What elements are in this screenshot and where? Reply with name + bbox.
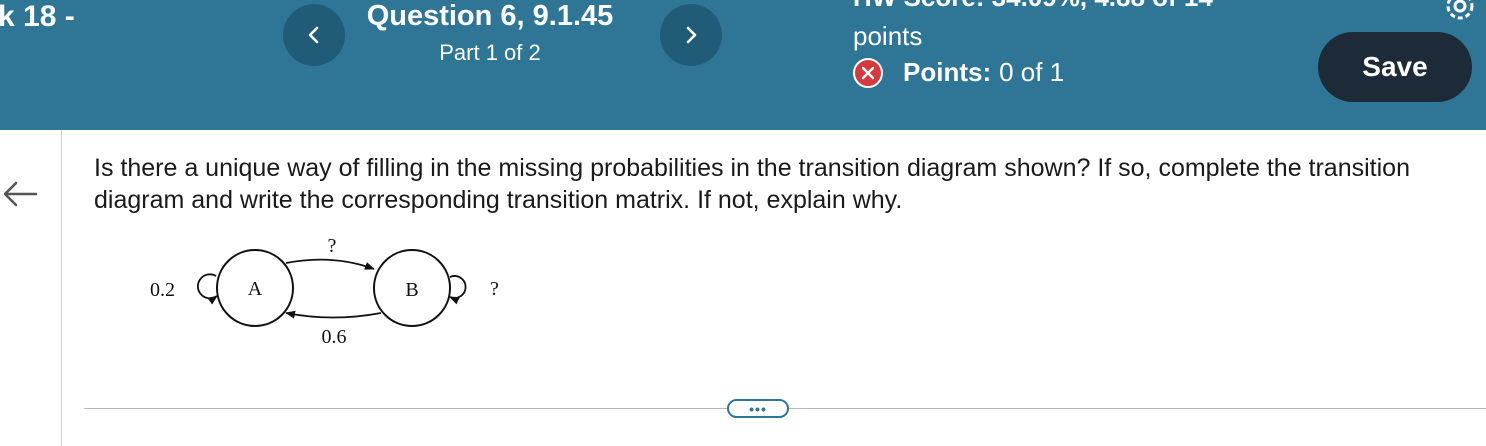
homework-title: k 18 - xyxy=(0,0,75,33)
question-part: Part 1 of 2 xyxy=(439,40,541,65)
state-b-label: B xyxy=(405,279,418,301)
transition-diagram: A B 0.2 ? 0.6 ? xyxy=(150,235,499,348)
hw-score: HW Score: 34.09%, 4.88 of 14 xyxy=(853,0,1213,13)
self-loop-b-label: ? xyxy=(490,278,499,300)
hw-score-unit: points xyxy=(853,21,923,51)
gear-icon[interactable] xyxy=(1440,0,1480,26)
back-arrow-icon[interactable] xyxy=(0,178,40,210)
b-to-a-label: 0.6 xyxy=(322,326,347,348)
more-options-button[interactable]: ••• xyxy=(727,399,789,418)
question-text: Is there a unique way of filling in the … xyxy=(94,154,1410,214)
question-title: Question 6, 9.1.45 xyxy=(366,0,614,32)
self-loop-a-arrow xyxy=(197,273,218,305)
left-divider xyxy=(61,130,62,446)
transition-a-to-b-arrow xyxy=(285,258,375,270)
next-question-button[interactable] xyxy=(660,4,722,66)
save-button[interactable]: Save xyxy=(1318,32,1472,102)
a-to-b-label: ? xyxy=(328,235,337,257)
x-circle-icon xyxy=(853,57,883,88)
state-a-label: A xyxy=(248,278,263,300)
points-label: Points: xyxy=(903,57,992,87)
self-loop-a-label: 0.2 xyxy=(150,279,175,301)
chevron-right-icon xyxy=(686,26,697,44)
self-loop-b-arrow xyxy=(449,275,467,305)
question-header: k 18 - Question 6, 9.1.45 Part 1 of 2 HW… xyxy=(0,0,1486,130)
points-status: Points: 0 of 1 xyxy=(853,57,1064,88)
transition-b-to-a-arrow xyxy=(285,310,382,319)
points-value: 0 of 1 xyxy=(999,57,1065,87)
previous-question-button[interactable] xyxy=(283,4,345,66)
chevron-left-icon xyxy=(308,26,319,44)
